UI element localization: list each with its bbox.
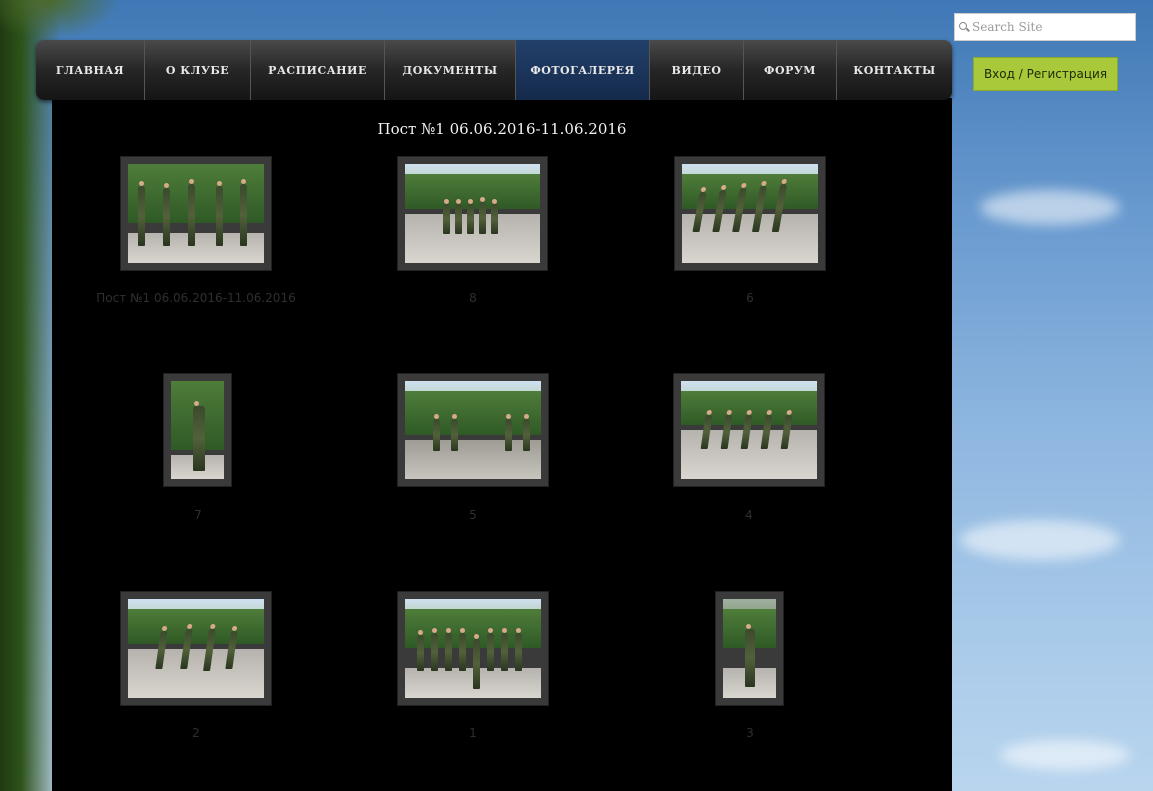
gallery-title: Пост №1 06.06.2016-11.06.2016	[377, 120, 627, 138]
nav-item-video[interactable]: ВИДЕО	[650, 40, 744, 100]
photo	[682, 164, 818, 263]
gallery-thumbnail[interactable]	[398, 374, 548, 486]
search-box[interactable]	[954, 13, 1136, 41]
gallery-thumbnail[interactable]	[121, 157, 271, 270]
main-navigation: ГЛАВНАЯ О КЛУБЕ РАСПИСАНИЕ ДОКУМЕНТЫ ФОТ…	[36, 40, 952, 100]
photo	[128, 164, 264, 263]
thumbnail-caption: 5	[469, 508, 477, 522]
photo	[723, 599, 776, 698]
photo	[405, 599, 541, 698]
photo	[171, 381, 224, 479]
gallery-thumbnail[interactable]	[398, 157, 547, 270]
palm-leaves-decoration	[0, 0, 120, 40]
gallery-thumbnail[interactable]	[674, 374, 824, 486]
photo	[405, 164, 540, 263]
photo	[405, 381, 541, 479]
search-input[interactable]	[972, 20, 1132, 34]
photo	[681, 381, 817, 479]
photo	[128, 599, 264, 698]
nav-item-home[interactable]: ГЛАВНАЯ	[36, 40, 145, 100]
thumbnail-caption: 8	[469, 291, 477, 305]
nav-item-contacts[interactable]: КОНТАКТЫ	[837, 40, 952, 100]
thumbnail-caption: 3	[746, 726, 754, 740]
gallery-thumbnail[interactable]	[675, 157, 825, 270]
thumbnail-caption: 7	[194, 508, 202, 522]
thumbnail-caption: 1	[469, 726, 477, 740]
nav-item-documents[interactable]: ДОКУМЕНТЫ	[385, 40, 516, 100]
cloud-decoration	[1000, 740, 1130, 770]
thumbnail-caption: 4	[745, 508, 753, 522]
thumbnail-caption: 2	[192, 726, 200, 740]
nav-item-forum[interactable]: ФОРУМ	[744, 40, 837, 100]
thumbnail-caption: 6	[746, 291, 754, 305]
nav-item-about-club[interactable]: О КЛУБЕ	[145, 40, 251, 100]
login-register-button[interactable]: Вход / Регистрация	[973, 57, 1118, 91]
gallery-thumbnail[interactable]	[716, 592, 783, 705]
cloud-decoration	[960, 520, 1120, 560]
gallery-thumbnail[interactable]	[398, 592, 548, 705]
palm-tree-decoration	[0, 0, 60, 791]
gallery-thumbnail[interactable]	[121, 592, 271, 705]
search-icon	[959, 22, 969, 32]
gallery-thumbnail[interactable]	[164, 374, 231, 486]
thumbnail-caption: Пост №1 06.06.2016-11.06.2016	[96, 291, 296, 305]
cloud-decoration	[980, 190, 1120, 225]
nav-item-photogallery[interactable]: ФОТОГАЛЕРЕЯ	[516, 40, 650, 100]
nav-item-schedule[interactable]: РАСПИСАНИЕ	[251, 40, 385, 100]
